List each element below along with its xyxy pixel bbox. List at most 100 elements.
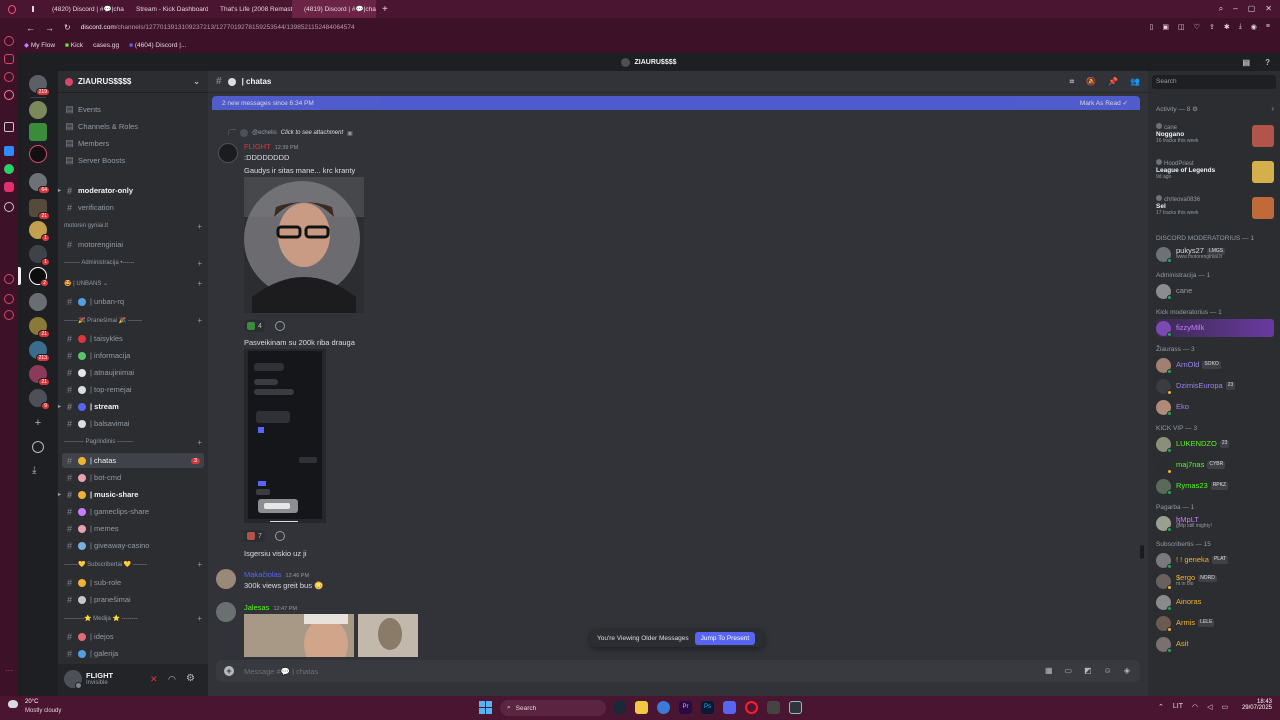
opera-gx-icon[interactable] bbox=[745, 701, 758, 714]
history-icon[interactable] bbox=[4, 274, 14, 284]
settings-icon[interactable] bbox=[4, 310, 14, 320]
channel-item[interactable]: # | taisyklės bbox=[62, 331, 204, 346]
download-apps-icon[interactable]: ⤓ bbox=[32, 465, 36, 476]
create-channel-icon[interactable]: + bbox=[197, 614, 202, 623]
channel-item[interactable]: # | sub-role bbox=[62, 575, 204, 590]
opera-social-icon[interactable] bbox=[4, 72, 14, 82]
bookmark-my-flow[interactable]: ◆ My Flow bbox=[24, 41, 55, 49]
image-attachment[interactable] bbox=[244, 177, 364, 313]
add-reaction-icon[interactable] bbox=[275, 321, 285, 331]
channel-item[interactable]: # | balsavimai bbox=[62, 416, 204, 431]
create-channel-icon[interactable]: + bbox=[197, 316, 202, 325]
message-author[interactable]: Makačiolas bbox=[244, 570, 282, 579]
channel-item[interactable]: # verification bbox=[62, 200, 204, 215]
settings-gear-icon[interactable]: ⚙ bbox=[186, 673, 195, 684]
pin-icon[interactable]: 📌 bbox=[1108, 77, 1118, 87]
server-menu-item[interactable]: ▤ Events bbox=[62, 102, 204, 117]
opera-chat-icon[interactable] bbox=[4, 90, 14, 100]
guild-icon[interactable]: 1 bbox=[29, 221, 50, 242]
share-icon[interactable]: ⇪ bbox=[1209, 23, 1215, 31]
avatar[interactable] bbox=[216, 602, 236, 622]
reply-preview[interactable]: @echelis Click to see attachment ▣ bbox=[240, 129, 353, 137]
member-row[interactable]: Ainoras bbox=[1156, 593, 1276, 611]
server-header[interactable]: ZIAURUS$$$$ ⌄ bbox=[58, 71, 208, 93]
bookmark-icon[interactable]: ▯ bbox=[1150, 23, 1154, 31]
premiere-pro-icon[interactable]: Pr bbox=[679, 701, 692, 714]
create-channel-icon[interactable]: + bbox=[197, 279, 202, 288]
url-field[interactable]: discord.com/channels/1277013913109237213… bbox=[81, 24, 355, 31]
new-messages-bar[interactable]: 2 new messages since 6:34 PM Mark As Rea… bbox=[212, 96, 1140, 110]
profile-icon[interactable]: ◉ bbox=[1251, 23, 1257, 31]
activity-card[interactable]: chrleova0836 Sel 17 tracks this week bbox=[1156, 195, 1274, 227]
more-icon[interactable]: ··· bbox=[5, 666, 13, 675]
channel-item[interactable]: ▸ # | music-share bbox=[58, 487, 204, 502]
guild-icon[interactable]: 21 bbox=[29, 317, 50, 338]
guild-icon[interactable] bbox=[29, 101, 47, 119]
new-tab-button[interactable]: + bbox=[376, 0, 394, 18]
guild-icon[interactable]: 64 bbox=[29, 173, 50, 194]
sticker-icon[interactable]: ◩ bbox=[1084, 666, 1092, 675]
avatar[interactable] bbox=[218, 143, 238, 163]
member-row[interactable]: Armis LELE bbox=[1156, 614, 1276, 632]
channel-item[interactable]: # motorenginiai bbox=[62, 237, 204, 252]
member-row[interactable]: ArnOld SOKO bbox=[1156, 356, 1276, 374]
weather-temp[interactable]: 20°C bbox=[25, 699, 38, 705]
channel-item[interactable]: ▸ # moderator-only bbox=[58, 183, 204, 198]
image-attachment[interactable] bbox=[244, 614, 354, 657]
discord-taskbar-icon[interactable] bbox=[723, 701, 736, 714]
reaction-chip[interactable]: 7 bbox=[244, 530, 265, 542]
guild-icon[interactable]: 1 bbox=[29, 245, 50, 266]
bookmark-kick[interactable]: ■ Kick bbox=[65, 42, 83, 49]
download-icon[interactable]: ⤓ bbox=[1239, 23, 1242, 31]
search-tabs-icon[interactable]: ⌕ bbox=[1219, 4, 1223, 14]
member-row[interactable]: $ergo NORD nt in bio bbox=[1156, 572, 1276, 590]
channel-item[interactable]: # | gameclips-share bbox=[62, 504, 204, 519]
create-channel-icon[interactable]: + bbox=[197, 560, 202, 569]
browser-tab[interactable]: (4820) Discord | #💬|cha bbox=[40, 0, 124, 18]
channel-item[interactable]: # | unban-rq bbox=[62, 294, 204, 309]
member-list-icon[interactable]: 👥 bbox=[1130, 77, 1140, 87]
message-author[interactable]: FLIGHT bbox=[244, 142, 271, 151]
image-attachment[interactable] bbox=[358, 614, 418, 657]
language-indicator[interactable]: LIT bbox=[1173, 703, 1183, 711]
edge-icon[interactable] bbox=[657, 701, 670, 714]
downloads-icon[interactable] bbox=[4, 294, 14, 304]
image-attachment[interactable] bbox=[244, 349, 326, 523]
spotify-icon[interactable] bbox=[4, 202, 14, 212]
message-composer[interactable]: + Message #💬 | chatas ▦ ▭ ◩ ☺ ◈ bbox=[216, 660, 1140, 682]
member-row[interactable]: fizzyMilk bbox=[1156, 319, 1274, 337]
search-input[interactable]: Search bbox=[1152, 75, 1276, 89]
guild-icon[interactable] bbox=[29, 293, 47, 311]
volume-icon[interactable]: ◁ bbox=[1207, 703, 1212, 711]
extensions-icon[interactable]: ✱ bbox=[1224, 23, 1230, 31]
server-menu-item[interactable]: ▤ Server Boosts bbox=[62, 153, 204, 168]
member-row[interactable]: ɮMpLT gMp still mighty! bbox=[1156, 514, 1276, 532]
guild-icon[interactable]: 21 bbox=[29, 365, 50, 386]
windows-start-icon[interactable] bbox=[479, 701, 492, 714]
headphones-icon[interactable]: ◠ bbox=[168, 674, 176, 685]
mark-as-read-button[interactable]: Mark As Read ✓ bbox=[1080, 99, 1128, 107]
server-menu-item[interactable]: ▤ Members bbox=[62, 136, 204, 151]
steam-icon[interactable] bbox=[613, 701, 626, 714]
avatar[interactable] bbox=[216, 569, 236, 589]
channel-item[interactable]: # | giveaway-casino bbox=[62, 538, 204, 553]
member-row[interactable]: LUKENDZO 23 bbox=[1156, 435, 1276, 453]
app-icon[interactable] bbox=[767, 701, 780, 714]
channel-item[interactable]: # | atnaujinimai bbox=[62, 365, 204, 380]
server-menu-item[interactable]: ▤ Channels & Roles bbox=[62, 119, 204, 134]
member-row[interactable]: pukys27 LMGS www.motorenginiai.lt bbox=[1156, 245, 1276, 263]
guild-icon[interactable]: 9 bbox=[29, 389, 50, 410]
easy-setup-icon[interactable]: ≡ bbox=[1266, 23, 1270, 31]
upload-plus-icon[interactable]: + bbox=[224, 666, 234, 676]
member-row[interactable]: Asit bbox=[1156, 635, 1276, 653]
reaction-chip[interactable]: 4 bbox=[244, 320, 265, 332]
gif-icon[interactable]: ▭ bbox=[1065, 666, 1073, 675]
maximize-icon[interactable]: ▢ bbox=[1248, 4, 1256, 14]
mute-microphone-icon[interactable]: ✕ bbox=[150, 674, 158, 685]
opera-menu-icon[interactable] bbox=[0, 0, 24, 18]
apps-icon[interactable]: ◈ bbox=[1124, 666, 1130, 675]
add-reaction-icon[interactable] bbox=[275, 531, 285, 541]
guild-icon[interactable] bbox=[29, 123, 47, 141]
member-row[interactable]: DzimisEuropa 23 bbox=[1156, 377, 1276, 395]
member-row[interactable]: cane bbox=[1156, 282, 1276, 300]
